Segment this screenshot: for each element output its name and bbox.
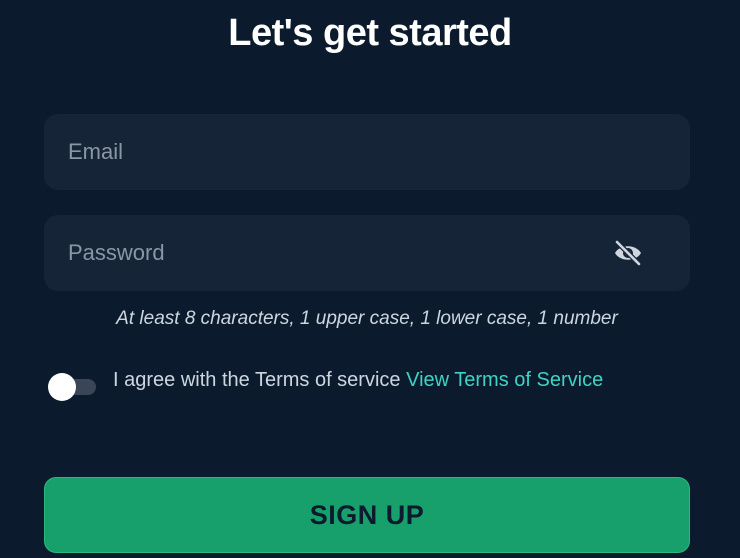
sign-up-button[interactable]: SIGN UP <box>44 477 690 553</box>
password-hint: At least 8 characters, 1 upper case, 1 l… <box>116 308 618 329</box>
eye-off-icon[interactable] <box>612 239 644 267</box>
page-title: Let's get started <box>228 12 512 54</box>
email-field[interactable] <box>44 114 690 190</box>
password-field[interactable] <box>44 215 690 291</box>
email-input[interactable] <box>68 114 608 190</box>
terms-label: I agree with the Terms of service <box>113 369 407 391</box>
toggle-knob <box>48 373 76 401</box>
terms-agreement: I agree with the Terms of service View T… <box>113 364 613 396</box>
view-terms-link[interactable]: View Terms of Service <box>406 369 603 391</box>
password-input[interactable] <box>68 215 608 291</box>
terms-toggle[interactable] <box>48 373 96 401</box>
